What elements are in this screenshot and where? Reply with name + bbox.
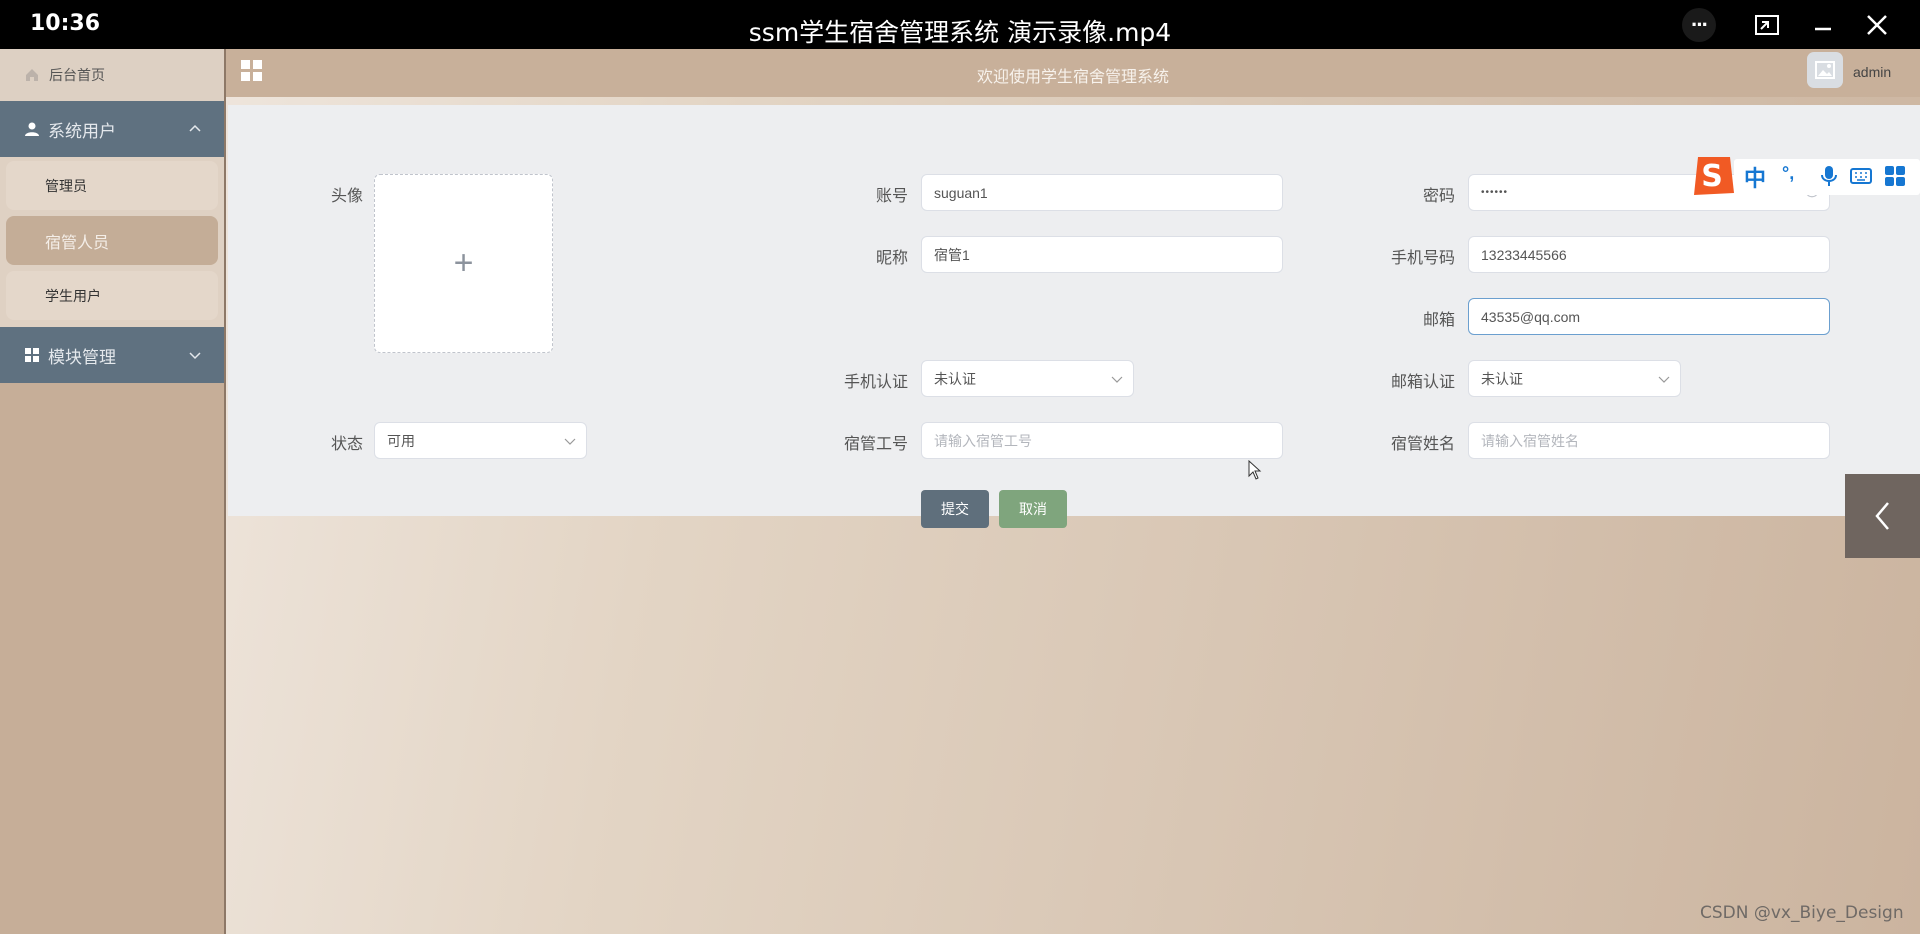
- email-label: 邮箱: [1422, 312, 1455, 329]
- sidebar-group-label: 系统用户: [48, 121, 116, 141]
- sidebar-item-label: 学生用户: [45, 287, 101, 304]
- email-input[interactable]: 43535@qq.com: [1468, 298, 1830, 335]
- watermark: CSDN @vx_Biye_Design: [1700, 903, 1904, 923]
- account-value: suguan1: [934, 184, 988, 201]
- sidebar: 后台首页 系统用户 管理员 宿管人员 学生用户 模块管理: [0, 49, 226, 934]
- phone-value: 13233445566: [1481, 246, 1567, 263]
- staff-no-placeholder: 请输入宿管工号: [934, 432, 1032, 449]
- avatar-label: 头像: [330, 188, 363, 205]
- submit-button[interactable]: 提交: [921, 490, 989, 528]
- staff-name-input[interactable]: 请输入宿管姓名: [1468, 422, 1830, 459]
- account-input[interactable]: suguan1: [921, 174, 1283, 211]
- pip-icon: [1755, 15, 1779, 35]
- chevron-left-icon: [1874, 502, 1889, 530]
- sidebar-item-dorm-staff[interactable]: 宿管人员: [6, 216, 218, 265]
- chevron-up-icon: [189, 124, 201, 132]
- email-verify-select[interactable]: 未认证: [1468, 360, 1681, 397]
- home-icon: [26, 69, 38, 81]
- sogou-logo-icon[interactable]: S: [1690, 153, 1736, 197]
- side-panel-toggle[interactable]: [1845, 474, 1920, 558]
- password-label: 密码: [1422, 188, 1455, 205]
- email-value: 43535@qq.com: [1481, 308, 1581, 325]
- minimize-icon: [1815, 27, 1831, 31]
- close-button[interactable]: [1860, 8, 1894, 42]
- sidebar-group-system-users[interactable]: 系统用户: [0, 101, 224, 157]
- staff-name-label: 宿管姓名: [1390, 436, 1455, 453]
- plus-icon: +: [453, 244, 474, 282]
- top-header: 欢迎使用学生宿舍管理系统 admin: [226, 49, 1920, 97]
- more-options-button[interactable]: ···: [1682, 8, 1716, 42]
- sidebar-item-label: 宿管人员: [45, 234, 110, 252]
- nickname-input[interactable]: 宿管1: [921, 236, 1283, 273]
- grid-icon: [25, 348, 39, 362]
- chevron-down-icon: [1658, 376, 1670, 383]
- phone-input[interactable]: 13233445566: [1468, 236, 1830, 273]
- email-verify-value: 未认证: [1481, 370, 1523, 387]
- nickname-value: 宿管1: [934, 246, 970, 263]
- close-icon: [1867, 15, 1887, 35]
- video-title: ssm学生宿舍管理系统 演示录像.mp4: [748, 18, 1172, 47]
- app-area: 后台首页 系统用户 管理员 宿管人员 学生用户 模块管理 欢迎使用学生宿舍管理系…: [0, 49, 1920, 934]
- image-icon: [1815, 61, 1835, 79]
- phone-verify-label: 手机认证: [843, 374, 908, 391]
- nickname-label: 昵称: [875, 250, 908, 267]
- staff-no-label: 宿管工号: [843, 436, 908, 453]
- user-icon: [25, 122, 39, 136]
- header-title: 欢迎使用学生宿舍管理系统: [976, 69, 1169, 86]
- username[interactable]: admin: [1853, 64, 1891, 80]
- account-label: 账号: [875, 188, 908, 205]
- keyboard-icon[interactable]: [1850, 165, 1872, 187]
- video-player-bar: 10:36 ssm学生宿舍管理系统 演示录像.mp4 ···: [0, 0, 1920, 49]
- phone-verify-value: 未认证: [934, 370, 976, 387]
- picture-in-picture-button[interactable]: [1750, 8, 1784, 42]
- sidebar-item-home[interactable]: 后台首页: [0, 49, 224, 101]
- mouse-cursor-icon: [1248, 460, 1262, 480]
- status-select[interactable]: 可用: [374, 422, 587, 459]
- staff-no-input[interactable]: 请输入宿管工号: [921, 422, 1283, 459]
- more-icon: ···: [1691, 12, 1709, 37]
- apps-grid-icon[interactable]: [1884, 165, 1906, 187]
- sidebar-item-label: 管理员: [45, 177, 87, 194]
- sidebar-item-admin[interactable]: 管理员: [6, 161, 218, 210]
- chevron-down-icon: [1111, 376, 1123, 383]
- status-label: 状态: [330, 436, 363, 453]
- avatar-upload[interactable]: +: [374, 174, 553, 353]
- microphone-icon[interactable]: [1818, 165, 1840, 187]
- staff-name-placeholder: 请输入宿管姓名: [1481, 432, 1579, 449]
- ime-toolbar: S 中 °,: [1690, 153, 1920, 197]
- ime-mode[interactable]: 中: [1744, 161, 1766, 193]
- edit-form: 头像 + 账号 suguan1 密码 •••••• 昵称 宿管1 手机号码 13…: [228, 105, 1920, 528]
- phone-label: 手机号码: [1390, 250, 1455, 267]
- ime-punctuation[interactable]: °,: [1782, 163, 1794, 184]
- chevron-down-icon: [189, 352, 201, 360]
- phone-verify-select[interactable]: 未认证: [921, 360, 1134, 397]
- svg-text:S: S: [1701, 159, 1723, 194]
- sidebar-group-module-management[interactable]: 模块管理: [0, 327, 224, 383]
- cancel-button[interactable]: 取消: [999, 490, 1067, 528]
- avatar[interactable]: [1807, 52, 1843, 88]
- minimize-button[interactable]: [1806, 8, 1840, 42]
- password-value: ••••••: [1481, 187, 1509, 198]
- chevron-down-icon: [564, 438, 576, 445]
- sidebar-group-label: 模块管理: [48, 347, 116, 367]
- status-value: 可用: [387, 432, 415, 449]
- sidebar-item-label: 后台首页: [49, 67, 105, 83]
- sidebar-item-students[interactable]: 学生用户: [6, 271, 218, 320]
- email-verify-label: 邮箱认证: [1390, 374, 1455, 391]
